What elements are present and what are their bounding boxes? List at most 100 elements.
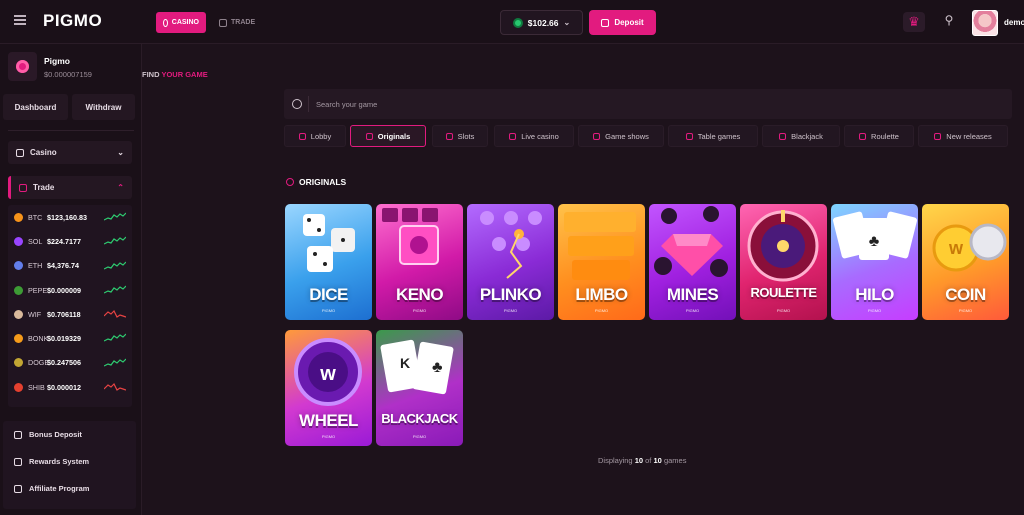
tab-icon xyxy=(298,132,306,140)
tab-slots[interactable]: Slots xyxy=(432,125,488,147)
tab-roulette[interactable]: Roulette xyxy=(844,125,914,147)
search-icon xyxy=(292,99,302,109)
svg-text:w: w xyxy=(319,363,336,385)
svg-text:♣: ♣ xyxy=(869,233,880,250)
game-title: MINES xyxy=(666,285,719,304)
game-card-limbo[interactable]: LIMBO PIGMO xyxy=(558,204,645,320)
game-card-hilo[interactable]: ♣ HILO PIGMO xyxy=(831,204,918,320)
main-content: FIND YOUR GAME Lobby Originals Slots Live c… xyxy=(0,44,1012,515)
tab-table-games[interactable]: Table games xyxy=(668,125,758,147)
search-bar[interactable] xyxy=(284,89,1012,119)
display-shown: 10 xyxy=(634,456,644,465)
game-card-keno[interactable]: KENO PIGMO xyxy=(376,204,463,320)
game-brand: PIGMO xyxy=(321,434,336,439)
display-count: Displaying 10 of 10 games xyxy=(598,456,686,465)
tab-icon xyxy=(779,132,787,140)
tab-icon xyxy=(593,132,601,140)
display-prefix: Displaying xyxy=(598,456,633,465)
tab-icon xyxy=(445,132,453,140)
tab-icon xyxy=(859,132,867,140)
tab-label: Game shows xyxy=(605,131,649,141)
casino-icon xyxy=(163,18,168,27)
game-title: ROULETTE xyxy=(750,285,817,300)
tab-label: Live casino xyxy=(521,131,559,141)
game-title: LIMBO xyxy=(575,285,628,304)
crown-icon[interactable]: ♛ xyxy=(903,12,925,32)
section-title: ORIGINALS xyxy=(299,177,347,187)
tab-label: Lobby xyxy=(310,131,332,141)
tab-icon xyxy=(934,132,942,140)
game-title: PLINKO xyxy=(479,285,542,304)
game-card-mines[interactable]: MINES PIGMO xyxy=(649,204,736,320)
tab-game-shows[interactable]: Game shows xyxy=(578,125,664,147)
tab-live-casino[interactable]: Live casino xyxy=(494,125,574,147)
svg-text:w: w xyxy=(948,238,964,258)
svg-text:K: K xyxy=(400,355,410,371)
casino-tab-label: CASINO xyxy=(171,19,199,26)
tab-label: Table games xyxy=(697,131,741,141)
game-brand: PIGMO xyxy=(412,434,427,439)
trade-tab[interactable]: TRADE xyxy=(212,12,266,33)
wallet-icon xyxy=(601,18,610,27)
section-heading: ORIGINALS xyxy=(286,177,346,187)
game-card-dice[interactable]: DICE PIGMO xyxy=(285,204,372,320)
balance-dropdown[interactable]: $102.66 ⌄ xyxy=(500,10,583,35)
deposit-button[interactable]: Deposit xyxy=(589,10,656,35)
game-brand: PIGMO xyxy=(503,308,518,313)
find-heading: FIND YOUR GAME xyxy=(142,70,208,79)
trade-tab-label: TRADE xyxy=(231,19,256,26)
balance-value: $102.66 xyxy=(527,17,559,28)
tab-label: Originals xyxy=(377,131,411,141)
tab-lobby[interactable]: Lobby xyxy=(284,125,346,147)
game-title: HILO xyxy=(855,285,894,304)
display-total: 10 xyxy=(653,456,662,465)
deposit-label: Deposit xyxy=(614,18,644,27)
search-icon[interactable]: ⚲ xyxy=(940,13,958,31)
casino-tab[interactable]: CASINO xyxy=(156,12,206,33)
menu-icon[interactable] xyxy=(14,15,26,25)
game-brand: PIGMO xyxy=(412,308,427,313)
currency-icon xyxy=(512,17,523,28)
logo[interactable]: PIGMO xyxy=(43,11,102,31)
divider xyxy=(308,96,309,112)
game-card-blackjack[interactable]: K ♣ BLACKJACK PIGMO xyxy=(376,330,463,446)
find-prefix: FIND xyxy=(142,70,160,79)
display-mid: of xyxy=(645,456,652,465)
tab-originals[interactable]: Originals xyxy=(350,125,426,147)
display-suffix: games xyxy=(663,456,687,465)
game-card-plinko[interactable]: PLINKO PIGMO xyxy=(467,204,554,320)
chevron-down-icon: ⌄ xyxy=(563,18,571,27)
search-input[interactable] xyxy=(316,97,816,111)
game-card-roulette[interactable]: ROULETTE PIGMO xyxy=(740,204,827,320)
game-brand: PIGMO xyxy=(321,308,336,313)
tab-icon xyxy=(509,132,517,140)
game-card-coin[interactable]: w COIN PIGMO xyxy=(922,204,1009,320)
tab-blackjack[interactable]: Blackjack xyxy=(762,125,840,147)
logo-text: PIGMO xyxy=(43,11,103,30)
originals-icon xyxy=(286,178,294,186)
tab-label: Roulette xyxy=(871,131,899,141)
game-title: BLACKJACK xyxy=(381,411,458,426)
find-highlight: YOUR GAME xyxy=(161,70,208,79)
game-brand: PIGMO xyxy=(685,308,700,313)
game-title: COIN xyxy=(945,285,986,304)
tab-label: Slots xyxy=(457,131,475,141)
game-brand: PIGMO xyxy=(776,308,791,313)
username[interactable]: demo xyxy=(1004,18,1024,27)
game-title: WHEEL xyxy=(299,411,358,430)
game-brand: PIGMO xyxy=(958,308,973,313)
tab-icon xyxy=(685,132,693,140)
tab-new-releases[interactable]: New releases xyxy=(918,125,1008,147)
trade-icon xyxy=(219,18,227,27)
top-bar: PIGMO CASINO TRADE $102.66 ⌄ Deposit ♛ ⚲ … xyxy=(0,0,1024,44)
tab-label: New releases xyxy=(946,131,992,141)
game-artwork: K ♣ xyxy=(380,339,454,395)
svg-text:♣: ♣ xyxy=(432,359,443,376)
game-card-wheel[interactable]: w WHEEL PIGMO xyxy=(285,330,372,446)
game-title: DICE xyxy=(309,285,348,304)
game-artwork xyxy=(747,210,819,282)
game-brand: PIGMO xyxy=(867,308,882,313)
tab-label: Blackjack xyxy=(791,131,823,141)
avatar[interactable] xyxy=(972,10,998,36)
game-title: KENO xyxy=(395,285,444,304)
